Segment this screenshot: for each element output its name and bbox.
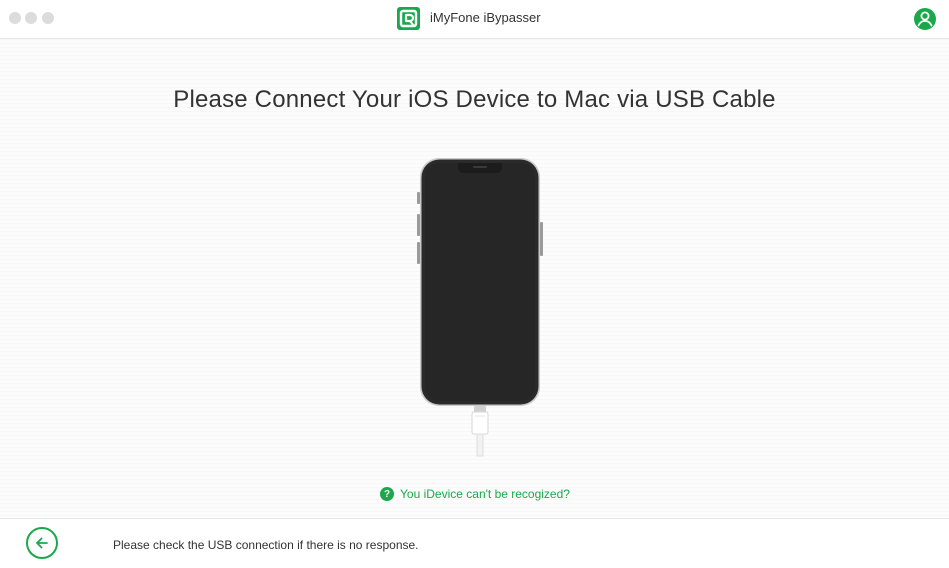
iphone-with-usb-cable-illustration	[417, 158, 543, 457]
imyfone-logo-icon	[397, 7, 420, 30]
question-circle-icon: ?	[380, 487, 394, 501]
footer-bar: Please check the USB connection if there…	[0, 518, 949, 568]
usb-connection-hint: Please check the USB connection if there…	[113, 538, 419, 552]
app-title: iMyFone iBypasser	[430, 10, 541, 25]
page-title: Please Connect Your iOS Device to Mac vi…	[173, 86, 776, 113]
arrow-left-icon	[36, 537, 48, 549]
device-not-recognized-link[interactable]: ? You iDevice can't be recogized?	[380, 486, 570, 502]
title-bar: iMyFone iBypasser	[0, 0, 949, 39]
user-account-icon[interactable]	[913, 7, 937, 31]
minimize-window-button[interactable]	[25, 12, 37, 24]
zoom-window-button[interactable]	[42, 12, 54, 24]
back-button[interactable]	[26, 527, 58, 559]
close-window-button[interactable]	[9, 12, 21, 24]
help-link-text: You iDevice can't be recogized?	[400, 487, 570, 501]
